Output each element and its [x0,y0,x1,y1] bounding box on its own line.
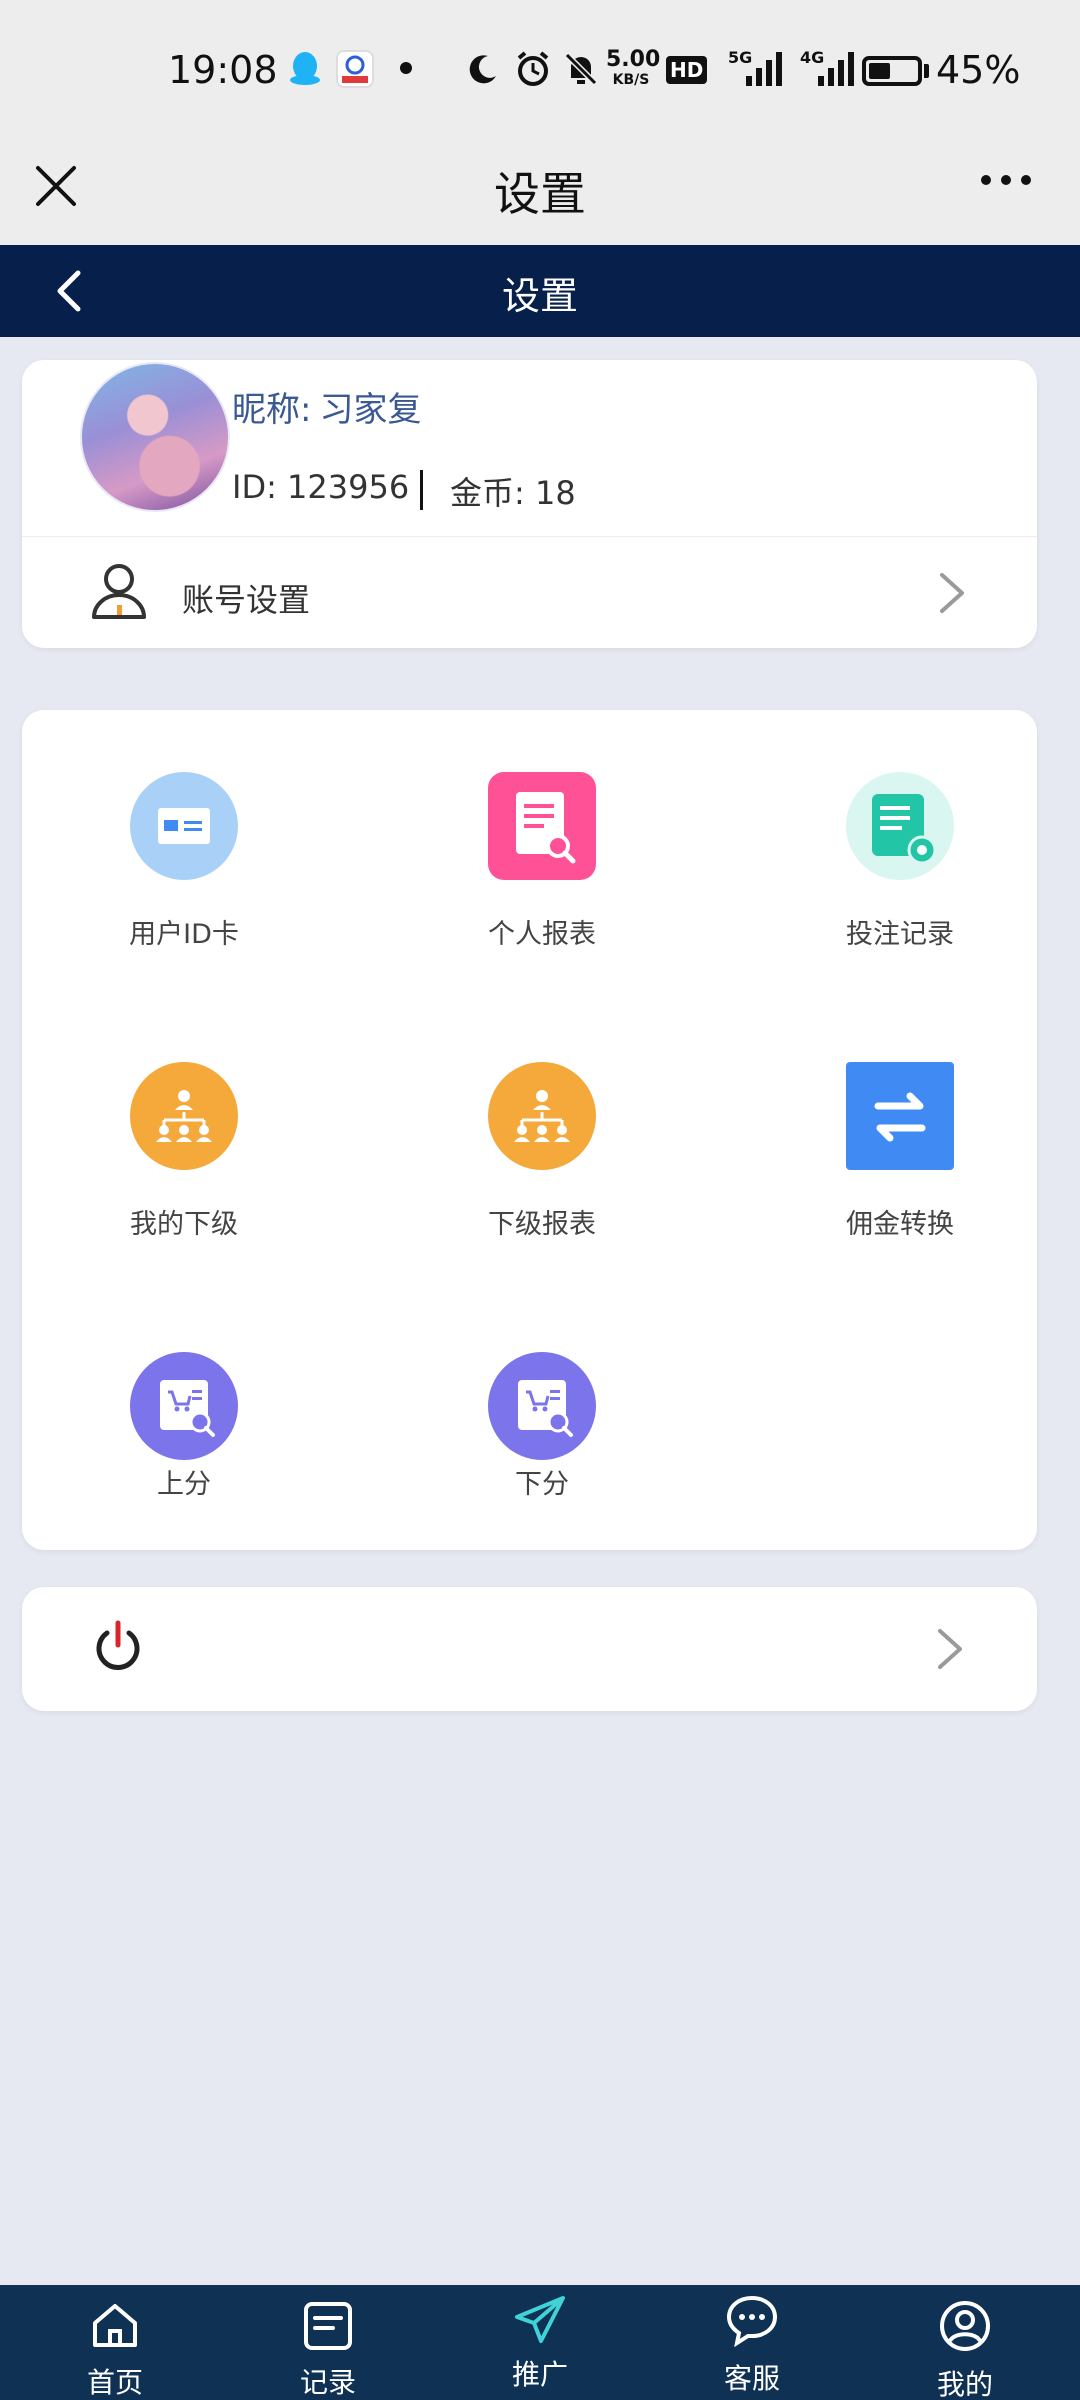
menu-item-deposit[interactable]: 上分 [64,1352,304,1552]
baidu-icon [336,50,374,88]
user-circle-icon [938,2299,992,2353]
org-chart-icon [488,1062,596,1170]
webview-title: 设置 [494,167,586,221]
id-card-icon [130,772,238,880]
battery-level-fill [869,63,890,79]
account-settings-label: 账号设置 [182,581,311,619]
signal-5g-icon: 5G [726,48,786,88]
qq-icon [286,50,324,88]
report-search-icon [488,772,596,880]
menu-item-label: 下分 [515,1469,569,1500]
chevron-right-icon [934,569,970,617]
menu-item-label: 下级报表 [488,1209,596,1240]
chat-bubble-icon [725,2293,779,2348]
chevron-right-icon [932,1625,968,1673]
swap-icon [846,1062,954,1170]
menu-item-user-id-card[interactable]: 用户ID卡 [64,772,304,972]
records-icon [846,772,954,880]
profile-separator [420,470,423,510]
user-id: ID: 123956 [232,468,410,506]
mute-icon [562,50,600,88]
avatar[interactable] [80,362,230,512]
menu-item-withdraw[interactable]: 下分 [422,1352,662,1552]
status-bar: 19:08 5.00 KB/S HD 5G 4G 45% [0,0,1080,140]
home-icon [88,2299,142,2353]
notification-dot [400,62,412,74]
user-icon [88,559,150,621]
nav-label: 首页 [86,2366,143,2399]
bottom-nav: 首页 记录 推广 客服 我的 [0,2285,1080,2400]
nav-item-customer-service[interactable]: 客服 [687,2285,817,2400]
menu-item-label: 投注记录 [846,919,954,950]
nav-label: 推广 [511,2358,568,2391]
signal-4g-icon: 4G [798,48,858,88]
page-title: 设置 [501,274,578,318]
battery-cap [924,64,929,78]
nav-label: 客服 [723,2362,780,2395]
cart-search-icon [130,1352,238,1460]
nav-label: 我的 [936,2368,993,2400]
menu-card: 用户ID卡 个人报表 投注记录 我的下级 下级报表 佣金转换 上分 下分 [22,710,1037,1550]
nav-item-home[interactable]: 首页 [50,2285,180,2400]
alarm-icon [514,50,552,88]
account-settings-row[interactable]: 账号设置 [22,537,1037,647]
coin-balance: 金币: 18 [450,474,576,512]
nickname-label: 昵称: [232,390,312,430]
records-icon [301,2299,355,2353]
menu-item-label: 上分 [157,1469,211,1500]
cart-search-icon [488,1352,596,1460]
nickname: 昵称: 习家复 [232,382,421,431]
menu-item-label: 我的下级 [130,1209,238,1240]
app-header: 设置 [0,245,1080,337]
more-options-icon[interactable] [976,162,1036,198]
webview-title-bar: 设置 [0,140,1080,245]
nav-item-records[interactable]: 记录 [263,2285,393,2400]
moon-icon [466,52,500,86]
nickname-value: 习家复 [319,390,422,430]
menu-item-subordinate-report[interactable]: 下级报表 [422,1062,662,1262]
network-speed-value: 5.00 [606,47,661,72]
menu-item-my-subordinates[interactable]: 我的下级 [64,1062,304,1262]
menu-item-label: 佣金转换 [846,1209,954,1240]
org-chart-icon [130,1062,238,1170]
menu-item-label: 用户ID卡 [129,919,239,950]
nav-item-promote[interactable]: 推广 [475,2285,605,2400]
status-time: 19:08 [168,48,278,92]
network-speed-unit: KB/S [612,72,650,88]
nav-label: 记录 [299,2366,356,2399]
paper-plane-icon [513,2293,567,2347]
menu-item-personal-report[interactable]: 个人报表 [422,772,662,972]
menu-item-commission-convert[interactable]: 佣金转换 [780,1062,1020,1262]
nav-item-mine[interactable]: 我的 [900,2285,1030,2400]
menu-item-label: 个人报表 [488,919,596,950]
power-icon [90,1619,146,1675]
network-speed: 5.00 KB/S [606,47,661,90]
hd-badge: HD [666,56,708,84]
logout-row[interactable] [22,1587,1037,1711]
menu-item-bet-records[interactable]: 投注记录 [780,772,1020,972]
battery-icon [862,56,922,86]
profile-card: 昵称: 习家复 ID: 123956 金币: 18 账号设置 [22,360,1037,648]
battery-percent: 45% [936,48,1021,92]
